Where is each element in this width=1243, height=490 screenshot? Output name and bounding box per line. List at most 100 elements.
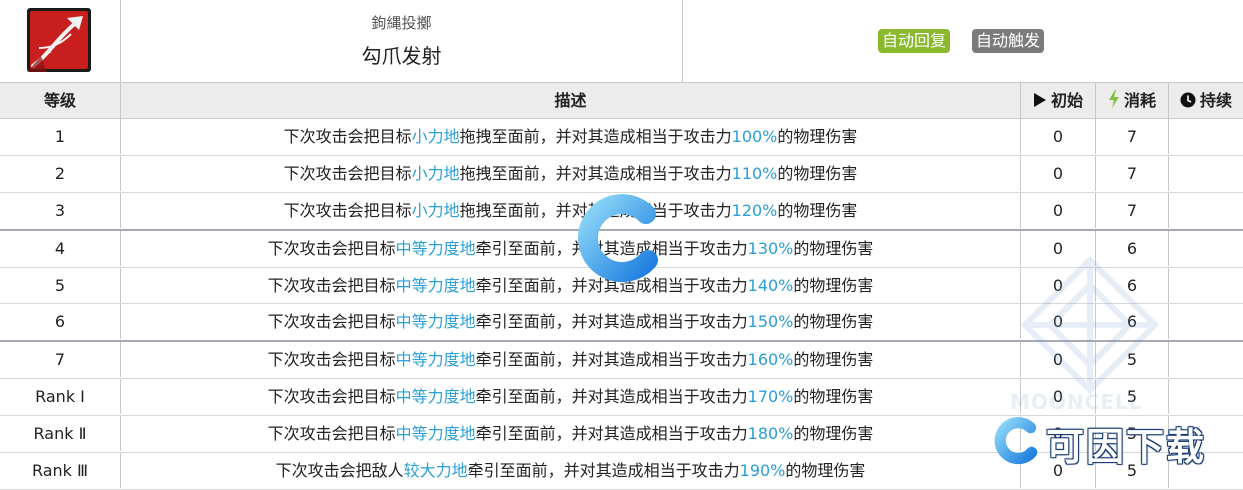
description-prefix: 下次攻击会把目标 <box>267 312 396 332</box>
cell-description: 下次攻击会把敌人较大力地牵引至面前，并对其造成相当于攻击力190%的物理伤害 <box>121 453 1021 489</box>
description-prefix: 下次攻击会把目标 <box>267 387 396 407</box>
level-label: 2 <box>54 163 66 183</box>
cell-level: Rank Ⅱ <box>0 416 121 452</box>
skill-name-original: 鉤縄投擲 <box>371 14 432 32</box>
cell-level: 5 <box>0 267 121 303</box>
description-force: 小力地 <box>411 163 460 183</box>
cell-cost: 7 <box>1096 119 1169 154</box>
skill-icon-cell <box>0 0 121 82</box>
description-force: 中等力度地 <box>395 424 476 444</box>
column-cost: 消耗 <box>1096 83 1169 118</box>
cell-description: 下次攻击会把目标中等力度地牵引至面前，并对其造成相当于攻击力150%的物理伤害 <box>121 304 1021 340</box>
description-percent: 100% <box>731 127 778 146</box>
cell-duration <box>1169 193 1243 228</box>
cell-level: 1 <box>0 119 121 154</box>
description-middle: 牵引至面前，并对其造成相当于攻击力 <box>475 312 748 332</box>
cell-description: 下次攻击会把目标中等力度地牵引至面前，并对其造成相当于攻击力170%的物理伤害 <box>121 379 1021 415</box>
description-prefix: 下次攻击会把目标 <box>283 163 412 183</box>
cell-level: 3 <box>0 192 121 228</box>
description-suffix: 的物理伤害 <box>793 275 874 295</box>
column-initial: 初始 <box>1021 83 1096 118</box>
skill-tags-cell: 自动回复 自动触发 <box>683 0 1243 82</box>
cell-cost: 7 <box>1096 192 1169 228</box>
description-middle: 牵引至面前，并对其造成相当于攻击力 <box>475 350 748 370</box>
description-force: 中等力度地 <box>395 312 476 332</box>
skill-name-cell: 鉤縄投擲 勾爪发射 <box>121 0 683 82</box>
description-middle: 牵引至面前，并对其造成相当于攻击力 <box>475 424 748 444</box>
cell-duration <box>1169 342 1243 377</box>
level-label: 3 <box>54 200 66 220</box>
description-prefix: 下次攻击会把目标 <box>267 238 396 258</box>
clock-icon <box>1180 92 1196 108</box>
cell-duration <box>1169 231 1243 266</box>
cost-value: 7 <box>1126 200 1138 220</box>
level-label: 5 <box>54 275 66 295</box>
initial-value: 0 <box>1052 163 1064 183</box>
table-row: 1 下次攻击会把目标小力地拖拽至面前，并对其造成相当于攻击力100%的物理伤害 0 7 <box>0 119 1243 156</box>
level-label: 4 <box>54 238 66 258</box>
column-description: 描述 <box>121 83 1021 118</box>
grappling-hook-icon <box>27 8 91 72</box>
description-force: 中等力度地 <box>395 238 476 258</box>
watermark-faint-text: MOONCELL <box>1010 390 1143 414</box>
description-percent: 130% <box>747 238 794 258</box>
cell-initial: 0 <box>1021 192 1096 228</box>
description-prefix: 下次攻击会把目标 <box>283 200 412 220</box>
column-level-label: 等级 <box>43 91 76 110</box>
column-cost-label: 消耗 <box>1123 91 1156 110</box>
description-middle: 拖拽至面前，并对其造成相当于攻击力 <box>459 163 732 183</box>
cell-level: 4 <box>0 230 121 266</box>
level-label: Rank Ⅲ <box>31 461 89 481</box>
description-percent: 190% <box>739 461 786 481</box>
description-middle: 牵引至面前，并对其造成相当于攻击力 <box>467 461 740 481</box>
cell-duration <box>1169 119 1243 154</box>
description-force: 小力地 <box>411 200 460 220</box>
cost-value: 7 <box>1126 127 1138 146</box>
skill-name: 勾爪发射 <box>361 44 442 68</box>
cell-level: 7 <box>0 342 121 378</box>
description-percent: 160% <box>747 350 794 370</box>
description-suffix: 的物理伤害 <box>793 387 874 407</box>
description-prefix: 下次攻击会把敌人 <box>275 461 404 481</box>
cell-description: 下次攻击会把目标中等力度地牵引至面前，并对其造成相当于攻击力180%的物理伤害 <box>121 416 1021 452</box>
cell-duration <box>1169 379 1243 414</box>
description-middle: 牵引至面前，并对其造成相当于攻击力 <box>475 387 748 407</box>
initial-value: 0 <box>1052 200 1064 220</box>
cell-level: 6 <box>0 304 121 340</box>
skill-header: 鉤縄投擲 勾爪发射 自动回复 自动触发 <box>0 0 1243 83</box>
description-prefix: 下次攻击会把目标 <box>267 350 396 370</box>
cell-duration <box>1169 156 1243 191</box>
level-label: 1 <box>54 127 66 146</box>
tag-auto-trigger: 自动触发 <box>972 29 1045 53</box>
description-suffix: 的物理伤害 <box>793 238 874 258</box>
watermark-brand-logo-icon <box>994 417 1038 465</box>
description-suffix: 的物理伤害 <box>777 127 858 146</box>
description-force: 较大力地 <box>403 461 468 481</box>
cell-initial: 0 <box>1021 119 1096 154</box>
column-initial-label: 初始 <box>1050 91 1083 110</box>
lightning-icon <box>1108 90 1119 108</box>
description-percent: 170% <box>747 387 794 407</box>
cost-value: 7 <box>1126 163 1138 183</box>
cell-description: 下次攻击会把目标小力地拖拽至面前，并对其造成相当于攻击力100%的物理伤害 <box>121 119 1021 154</box>
watermark-brand-text: 可因下载 <box>1046 425 1207 469</box>
tag-auto-recovery: 自动回复 <box>878 29 951 53</box>
description-percent: 140% <box>747 275 794 295</box>
level-label: 6 <box>54 312 66 332</box>
initial-value: 0 <box>1052 127 1064 146</box>
cell-level: 2 <box>0 155 121 191</box>
watermark-c-logo-icon <box>578 194 658 283</box>
watermark-diamond-icon <box>1020 255 1160 395</box>
description-suffix: 的物理伤害 <box>793 424 874 444</box>
cell-level: Rank Ⅰ <box>0 379 121 415</box>
description-prefix: 下次攻击会把目标 <box>267 275 396 295</box>
level-label: 7 <box>54 350 66 370</box>
description-suffix: 的物理伤害 <box>793 350 874 370</box>
level-label: Rank Ⅱ <box>33 424 87 444</box>
description-force: 小力地 <box>411 127 460 146</box>
description-prefix: 下次攻击会把目标 <box>283 127 412 146</box>
cell-initial: 0 <box>1021 155 1096 191</box>
description-force: 中等力度地 <box>395 387 476 407</box>
description-percent: 150% <box>747 312 794 332</box>
description-percent: 180% <box>747 424 794 444</box>
